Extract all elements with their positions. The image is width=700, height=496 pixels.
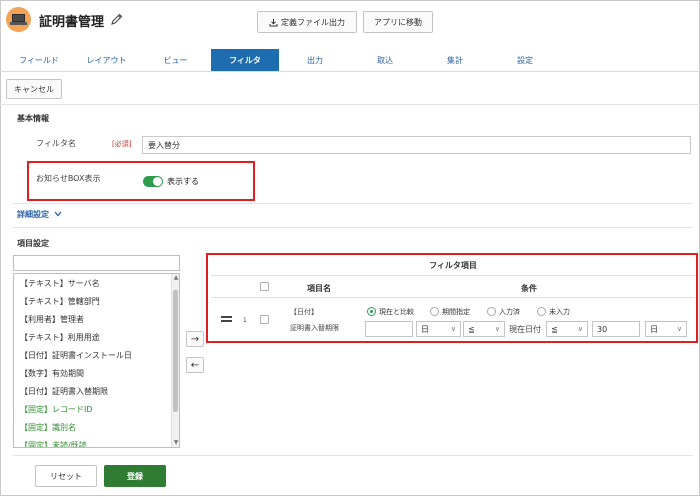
- goto-app-button[interactable]: アプリに移動: [363, 11, 433, 33]
- tab-field[interactable]: フィールド: [7, 49, 71, 71]
- notice-toggle-label: 表示する: [167, 177, 199, 186]
- filter-name-value: 要入替分: [148, 140, 180, 150]
- tab-bar: フィールド レイアウト ビュー フィルタ 出力 取込 集計 設定: [7, 49, 561, 71]
- divider: [13, 203, 693, 204]
- tab-layout[interactable]: レイアウト: [73, 49, 140, 71]
- register-button[interactable]: 登録: [104, 465, 166, 487]
- tab-aggregate[interactable]: 集計: [421, 49, 489, 71]
- detail-settings-label: 詳細設定: [17, 210, 49, 219]
- app-icon: [6, 7, 31, 32]
- tab-divider: [0, 71, 700, 72]
- list-item[interactable]: 【固定】未読/既読: [20, 440, 87, 447]
- list-item[interactable]: 【数字】有効期間: [20, 368, 84, 379]
- tab-settings[interactable]: 設定: [491, 49, 559, 71]
- list-item[interactable]: 【日付】証明書インストール日: [20, 350, 132, 361]
- arrow-right-icon: →: [190, 333, 200, 345]
- list-scrollbar[interactable]: ▲ ▼: [171, 274, 179, 447]
- pencil-icon[interactable]: [110, 12, 124, 26]
- list-item[interactable]: 【利用者】管理者: [20, 314, 84, 325]
- field-list[interactable]: 【テキスト】サーバ名 【テキスト】管轄部門 【利用者】管理者 【テキスト】利用用…: [13, 273, 180, 448]
- list-item[interactable]: 【固定】レコードID: [20, 404, 93, 415]
- list-item[interactable]: 【テキスト】管轄部門: [20, 296, 100, 307]
- filter-highlight-box: [206, 253, 698, 343]
- remove-field-button[interactable]: ←: [186, 357, 204, 373]
- list-item[interactable]: 【テキスト】サーバ名: [20, 278, 100, 289]
- cancel-button[interactable]: キャンセル: [6, 79, 62, 99]
- download-icon: [269, 18, 278, 26]
- divider: [0, 104, 700, 105]
- items-heading: 項目設定: [17, 239, 49, 248]
- divider: [13, 455, 693, 456]
- tab-view[interactable]: ビュー: [142, 49, 209, 71]
- filter-name-input[interactable]: 要入替分: [142, 136, 691, 154]
- filter-name-label: フィルタ名: [36, 139, 76, 148]
- chevron-down-icon: [54, 211, 62, 217]
- list-item[interactable]: 【固定】識別名: [20, 422, 76, 433]
- export-definition-label: 定義ファイル出力: [281, 17, 345, 27]
- page-title: 証明書管理: [39, 15, 105, 30]
- scroll-down-icon[interactable]: ▼: [172, 439, 179, 447]
- notice-box-label: お知らせBOX表示: [36, 174, 101, 183]
- notice-toggle[interactable]: [143, 176, 163, 187]
- add-field-button[interactable]: →: [186, 331, 204, 347]
- required-badge: [必須]: [112, 140, 132, 148]
- arrow-left-icon: ←: [190, 359, 200, 371]
- basic-info-heading: 基本情報: [17, 114, 49, 123]
- tab-filter[interactable]: フィルタ: [211, 49, 279, 71]
- scroll-thumb[interactable]: [173, 290, 178, 412]
- tab-output[interactable]: 出力: [281, 49, 349, 71]
- divider: [13, 227, 693, 228]
- export-definition-button[interactable]: 定義ファイル出力: [257, 11, 357, 33]
- list-item[interactable]: 【日付】証明書入替期限: [20, 386, 108, 397]
- tab-import[interactable]: 取込: [351, 49, 419, 71]
- list-item[interactable]: 【テキスト】利用用途: [20, 332, 100, 343]
- scroll-up-icon[interactable]: ▲: [172, 274, 179, 282]
- field-search-input[interactable]: [13, 255, 180, 271]
- reset-button[interactable]: リセット: [35, 465, 97, 487]
- detail-settings-toggle[interactable]: 詳細設定: [17, 209, 62, 220]
